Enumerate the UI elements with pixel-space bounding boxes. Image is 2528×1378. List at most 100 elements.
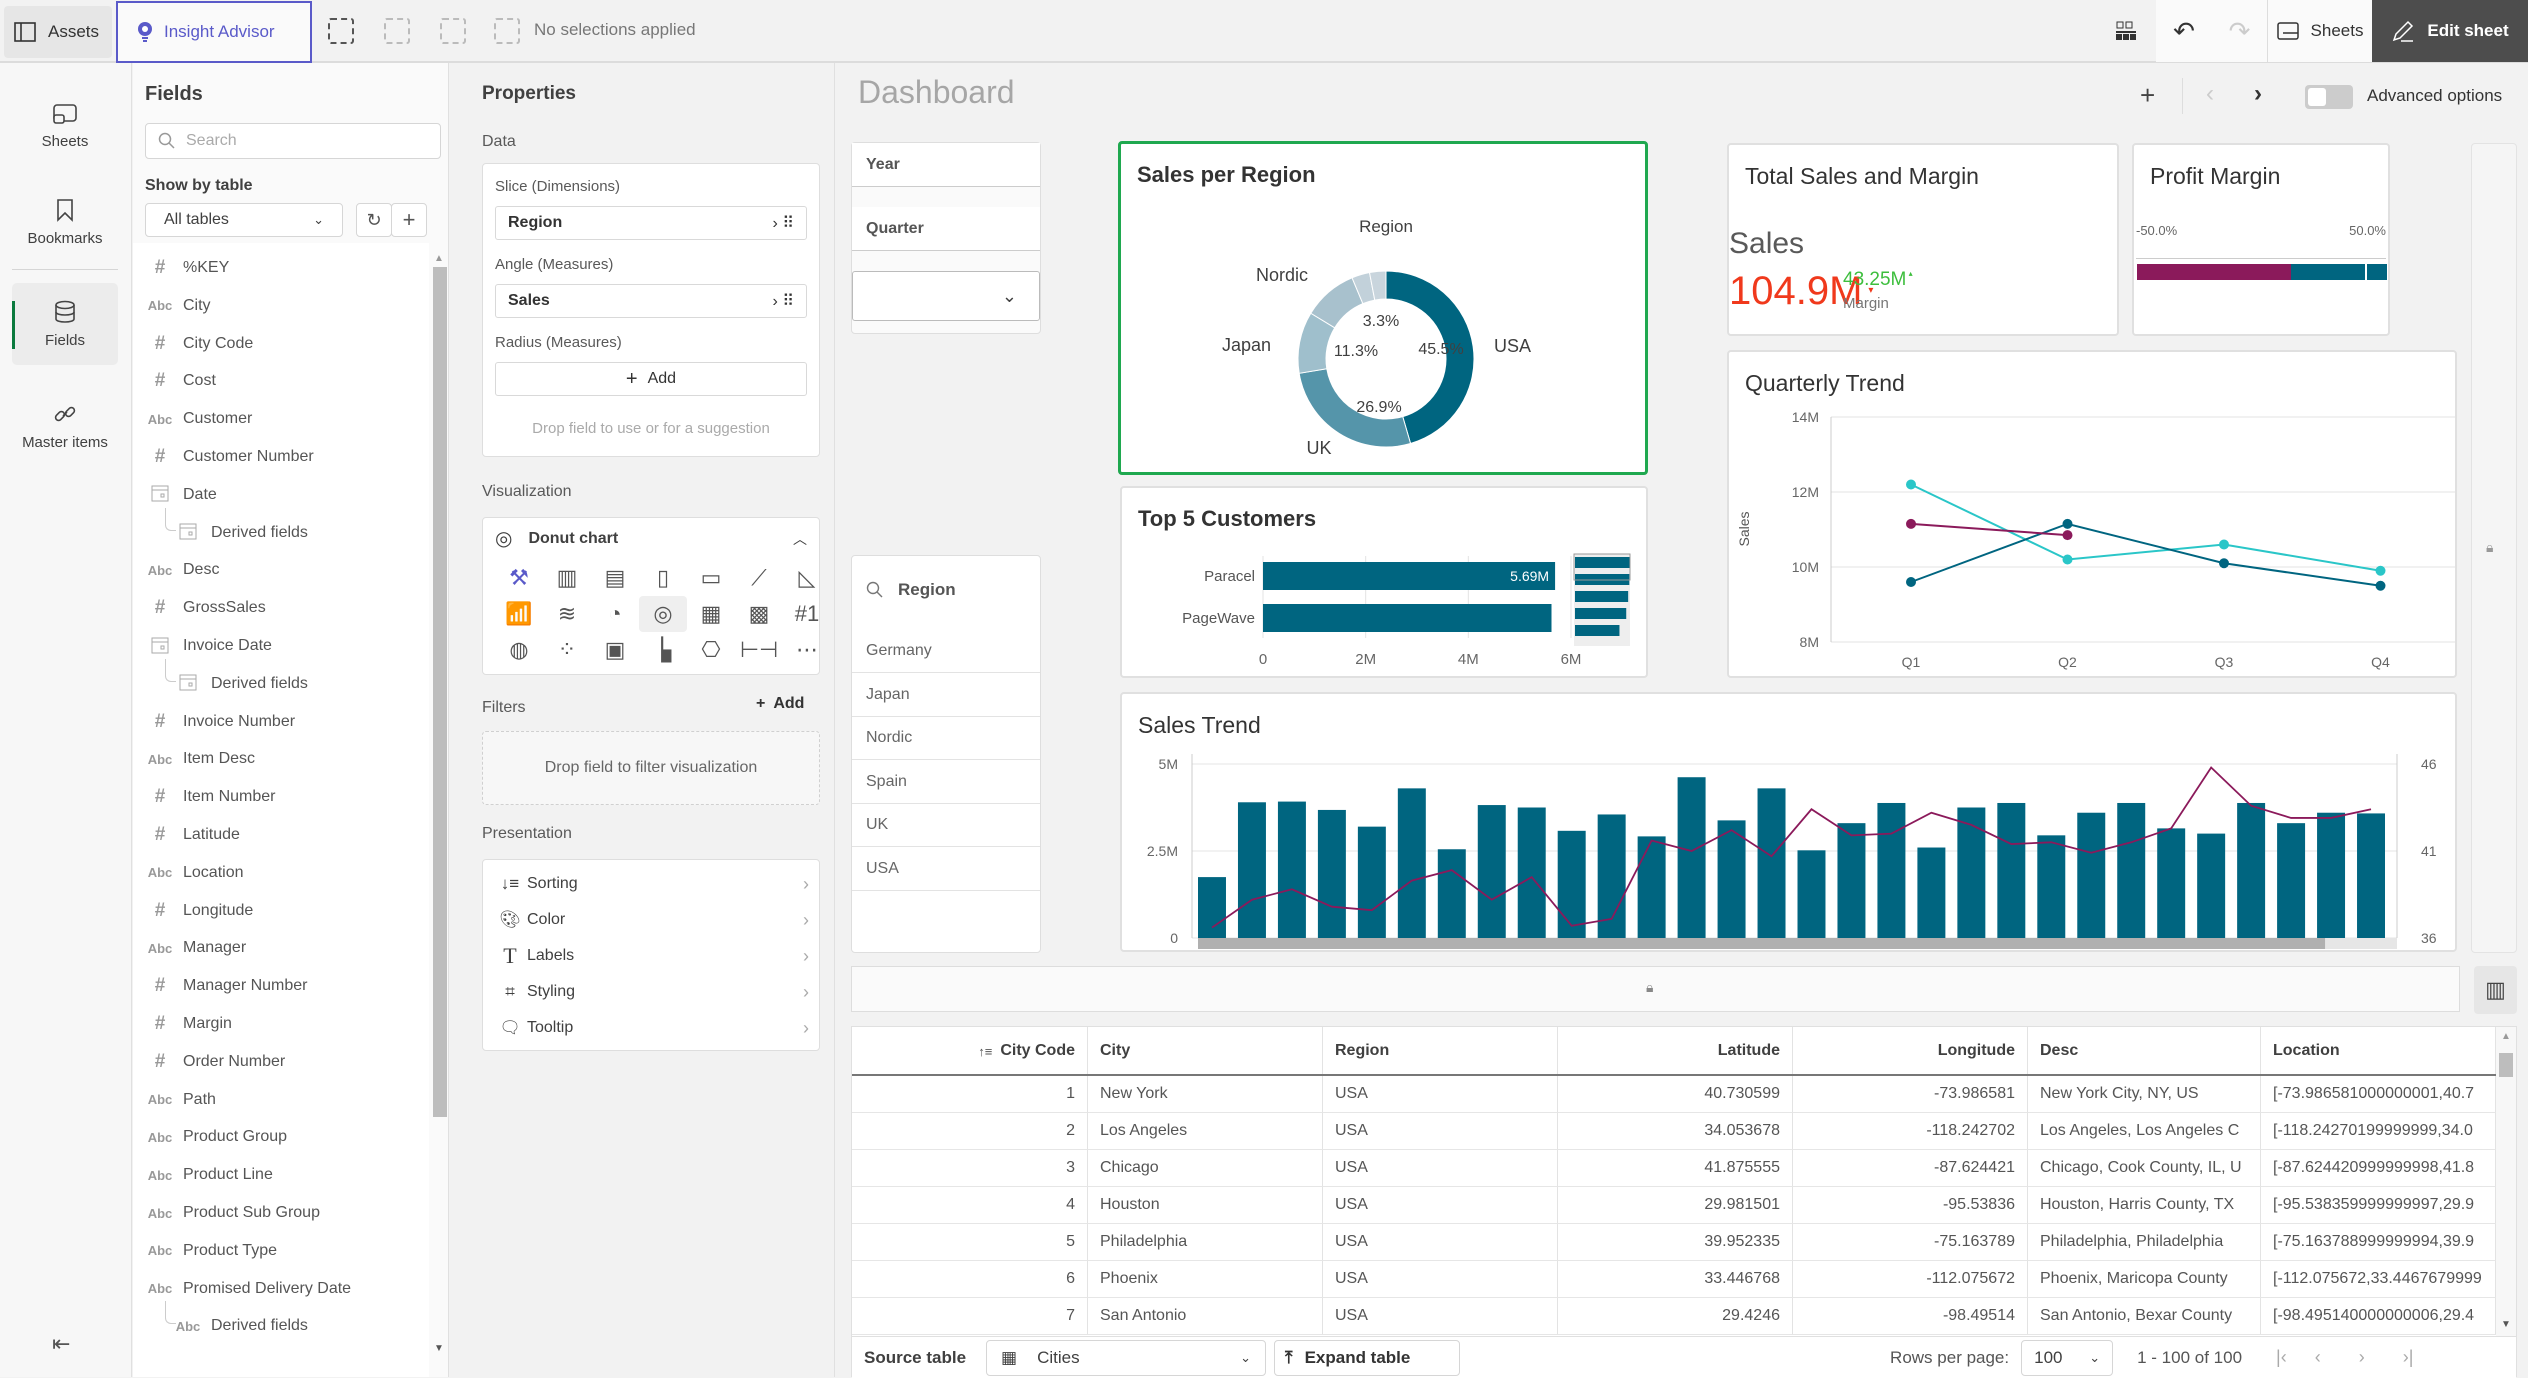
field-item[interactable]: # Customer Number [133,438,314,476]
box-chart-icon[interactable]: ▤ [591,560,639,596]
presentation-sorting[interactable]: ↓≡ Sorting › [493,866,809,902]
boxplot-icon[interactable]: ⊢⊣ [735,632,783,668]
area-chart-icon[interactable]: ◺ [783,560,831,596]
presentation-tooltip[interactable]: 🗨︎ Tooltip › [493,1010,809,1046]
first-page-icon[interactable]: |‹ [2276,1347,2287,1368]
filter-quarter[interactable]: Quarter [852,207,1040,251]
field-item[interactable]: # Longitude [133,892,254,930]
field-item[interactable]: # Latitude [133,816,240,854]
next-sheet-icon[interactable]: › [2254,80,2262,108]
distribution-icon[interactable]: ≋ [543,596,591,632]
table-cell[interactable]: -73.986581 [1793,1076,2028,1113]
treemap-icon[interactable]: ▣ [591,632,639,668]
add-radius-button[interactable]: + Add [495,362,807,396]
table-cell[interactable]: 4 [852,1187,1088,1224]
scrollbar-thumb[interactable] [433,267,447,1117]
field-item[interactable]: Abc Manager [133,929,246,967]
table-cell[interactable]: 3 [852,1150,1088,1187]
table-cell[interactable]: -87.624421 [1793,1150,2028,1187]
bar-chart-icon[interactable]: ▥ [543,560,591,596]
table-cell[interactable]: 2 [852,1113,1088,1150]
table-cell[interactable]: USA [1323,1150,1558,1187]
pivot-table-icon[interactable]: ▩ [735,596,783,632]
table-select[interactable]: All tables ⌄ [145,203,343,237]
table-cell[interactable]: 6 [852,1261,1088,1298]
donut-chart-icon[interactable]: ◎ [639,596,687,632]
field-item[interactable]: Abc Product Group [133,1118,287,1156]
table-cell[interactable]: San Antonio [1088,1298,1323,1335]
expand-table-button[interactable]: ⤒ Expand table [1274,1339,1461,1376]
column-header[interactable]: Latitude [1558,1027,1793,1075]
table-cell[interactable]: 29.4246 [1558,1298,1793,1335]
table-cell[interactable]: -112.075672 [1793,1261,2028,1298]
field-search-input[interactable]: Search [145,123,441,159]
top-5-customers-chart[interactable]: Top 5 Customers 0 2M 4M 6M Paracel 5.69M PageW… [1120,486,1648,678]
last-page-icon[interactable]: ›| [2403,1347,2414,1368]
add-filter-button[interactable]: + Add [756,695,804,713]
scroll-up-icon[interactable]: ▲ [2501,1031,2511,1042]
sales-per-region-chart[interactable]: Sales per Region Region 45.5% 26.9% 11.3% 3… [1118,141,1648,475]
region-listbox-header[interactable]: Region [866,580,956,600]
column-header[interactable]: City [1088,1027,1323,1075]
field-item[interactable]: Abc Customer [133,400,253,438]
source-table-select[interactable]: ▦ Cities ⌄ [986,1339,1267,1376]
field-item[interactable]: Invoice Date [133,627,272,665]
column-header[interactable]: Longitude [1793,1027,2028,1075]
table-cell[interactable]: [-112.075672,33.4467679999 [2261,1261,2496,1298]
insight-advisor-button[interactable]: Insight Advisor [116,1,312,63]
table-cell[interactable]: -95.53836 [1793,1187,2028,1224]
undo-button[interactable]: ↶ [2156,0,2212,62]
table-cell[interactable]: Phoenix [1088,1261,1323,1298]
field-item[interactable]: Abc Item Desc [133,740,255,778]
collapse-panel-icon[interactable]: ⇤ [52,1331,70,1357]
field-item[interactable]: # %KEY [133,249,230,287]
refresh-button[interactable]: ↻ [356,203,392,237]
total-sales-margin-kpi[interactable]: Total Sales and Margin Sales 104.9M ▾ 43… [1727,143,2119,336]
presentation-labels[interactable]: T Labels › [493,938,809,974]
field-item[interactable]: Abc Product Sub Group [133,1194,320,1232]
edit-sheet-button[interactable]: Edit sheet [2372,0,2528,62]
field-item[interactable]: # GrossSales [133,589,266,627]
chevron-right-drag-icon[interactable]: › ⠿ [773,213,795,233]
region-list-item[interactable]: Nordic [852,717,1040,760]
map-icon[interactable]: ◍ [495,632,543,668]
chevron-right-drag-icon[interactable]: › ⠿ [773,291,795,311]
rail-item-fields[interactable]: Fields [12,283,118,365]
field-item[interactable]: # Margin [133,1005,232,1043]
sheets-button[interactable]: Sheets [2268,0,2372,62]
scroll-down-icon[interactable]: ▼ [434,1343,444,1354]
field-item[interactable]: # Order Number [133,1043,286,1081]
table-cell[interactable]: 40.730599 [1558,1076,1793,1113]
table-cell[interactable]: USA [1323,1298,1558,1335]
presentation-styling[interactable]: ⌗ Styling › [493,974,809,1010]
scatter-icon[interactable]: ⁘ [543,632,591,668]
field-item[interactable]: # City Code [133,325,254,363]
column-header[interactable]: ↑≡ City Code [852,1027,1088,1075]
viz-selected-header[interactable]: ◎ Donut chart ︿ [495,526,807,551]
rail-item-master-items[interactable]: Master items [12,385,118,467]
table-cell[interactable]: -118.242702 [1793,1113,2028,1150]
advanced-options-toggle[interactable] [2305,85,2353,109]
prev-page-icon[interactable]: ‹ [2315,1347,2321,1368]
combo-chart-icon[interactable]: 📶 [495,596,543,632]
table-cell[interactable]: [-118.24270199999999,34.0 [2261,1113,2496,1150]
region-list-item[interactable]: Japan [852,674,1040,717]
step-back-icon[interactable] [384,18,410,44]
filter-drop-zone[interactable]: Drop field to filter visualization [482,731,820,805]
table-view-button[interactable]: ▥ [2474,966,2517,1014]
field-item[interactable]: Abc Derived fields [133,1301,308,1345]
rows-per-page-select[interactable]: 100 ⌄ [2021,1339,2114,1376]
rail-item-bookmarks[interactable]: Bookmarks [12,181,118,263]
table-cell[interactable]: USA [1323,1187,1558,1224]
table-cell[interactable]: -75.163789 [1793,1224,2028,1261]
table-cell[interactable]: USA [1323,1113,1558,1150]
profit-margin-gauge[interactable]: Profit Margin -50.0% 50.0% [2132,143,2390,336]
table-cell[interactable]: 7 [852,1298,1088,1335]
region-list-item[interactable]: UK [852,804,1040,847]
table-cell[interactable]: San Antonio, Bexar County [2028,1298,2261,1335]
table-scrollbar[interactable]: ▲ ▼ [2496,1027,2516,1336]
table-cell[interactable]: USA [1323,1261,1558,1298]
table-cell[interactable]: [-75.163788999999994,39.9 [2261,1224,2496,1261]
table-cell[interactable]: 5 [852,1224,1088,1261]
add-field-button[interactable]: + [391,203,427,237]
